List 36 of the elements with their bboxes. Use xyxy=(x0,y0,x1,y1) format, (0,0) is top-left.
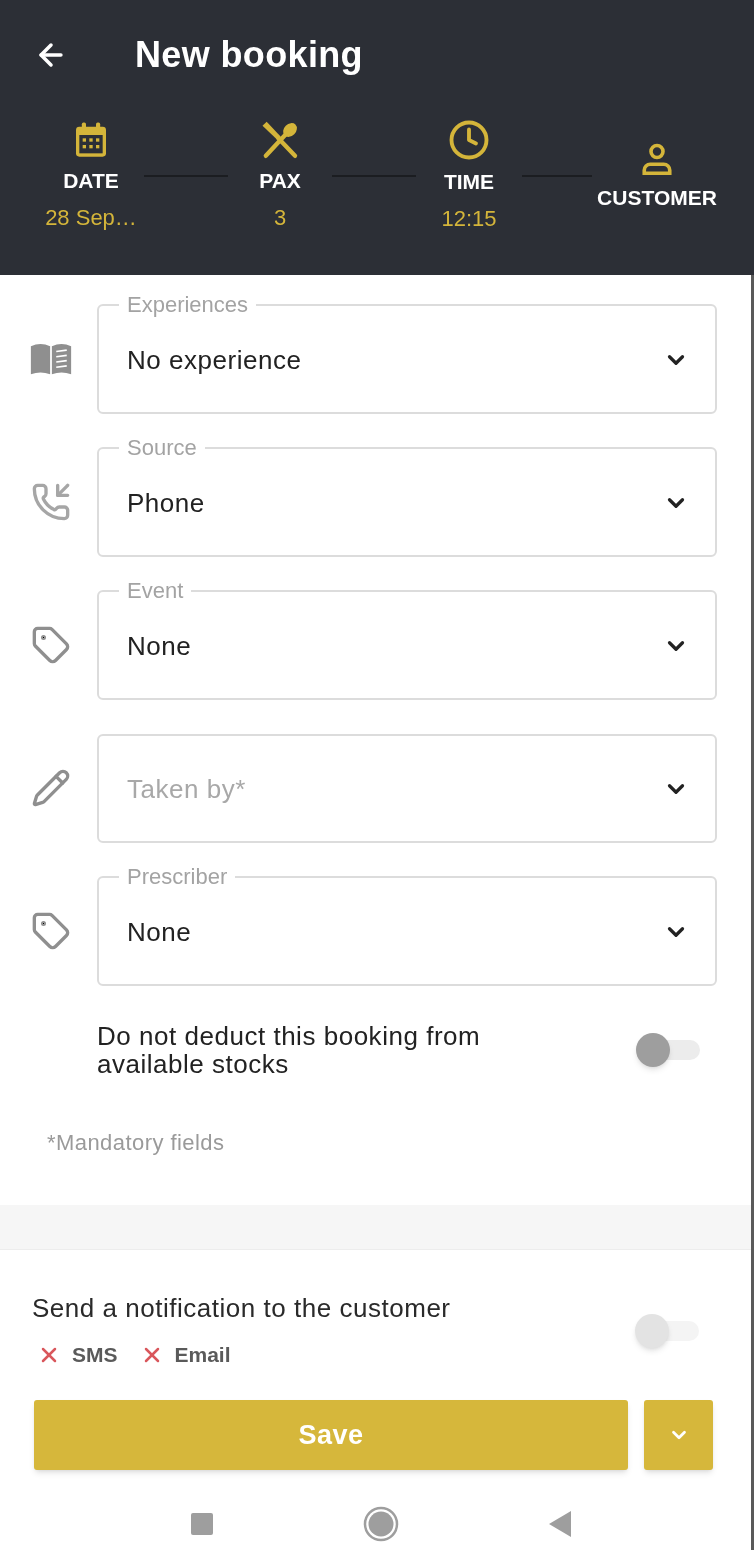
knife-spoon-icon xyxy=(260,120,300,160)
mandatory-note: *Mandatory fields xyxy=(46,1129,226,1157)
dropdown-field[interactable]: Experiences No experience xyxy=(97,293,717,414)
notification-label: Send a notification to the customer xyxy=(32,1292,451,1324)
field-label: Prescriber xyxy=(126,865,229,889)
step-label: PAX xyxy=(259,168,301,194)
recents-icon[interactable] xyxy=(190,1513,213,1535)
channel-label: SMS xyxy=(72,1342,118,1368)
field-placeholder: Taken by* xyxy=(127,772,246,805)
step-label: TIME xyxy=(443,169,495,195)
book-icon xyxy=(30,341,72,376)
channel-label: Email xyxy=(174,1342,231,1368)
toggle-label: Do not deduct this booking from available stocks xyxy=(97,1022,482,1078)
back-icon[interactable] xyxy=(548,1511,571,1537)
person-icon xyxy=(639,141,675,177)
tag-icon xyxy=(31,624,71,665)
phone-incoming-icon xyxy=(31,481,71,522)
field-value: None xyxy=(127,915,192,948)
clock-icon xyxy=(448,119,490,161)
field-label: Experiences xyxy=(126,293,250,317)
toggle-switch[interactable] xyxy=(636,1032,700,1068)
tag-icon xyxy=(31,910,71,951)
step-value: 3 xyxy=(273,204,287,232)
home-icon[interactable] xyxy=(362,1506,399,1542)
step-label: CUSTOMER xyxy=(597,185,717,211)
field-value: None xyxy=(127,629,192,662)
field-label: Event xyxy=(126,579,185,603)
field-value: Phone xyxy=(127,486,205,519)
field-value: No experience xyxy=(127,343,302,376)
step-label: DATE xyxy=(63,168,119,194)
page-title: New booking xyxy=(135,33,363,77)
step-value: 12:15 xyxy=(441,205,497,233)
step-value: 28 Sep… xyxy=(45,204,137,232)
dropdown-field[interactable]: Prescriber None xyxy=(97,865,717,986)
field-label: Source xyxy=(126,436,198,460)
pencil-icon xyxy=(31,767,71,808)
